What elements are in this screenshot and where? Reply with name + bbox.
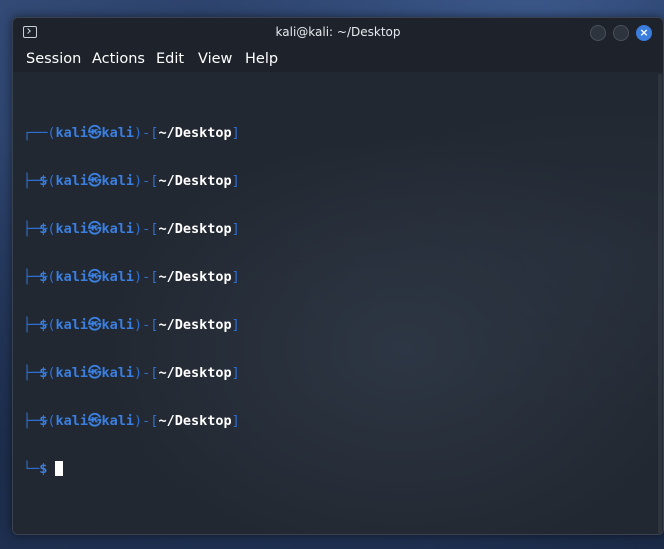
prompt-close: ] [231,125,240,141]
prompt-separator: )-[ [134,317,159,333]
prompt-user: kali [55,125,89,141]
maximize-button[interactable] [613,25,629,41]
prompt-separator: )-[ [134,221,159,237]
prompt-close: ] [231,221,240,237]
prompt-host: kali [101,317,135,333]
menu-view[interactable]: View [198,51,232,67]
menu-help[interactable]: Help [245,51,278,67]
prompt-user: kali [55,317,89,333]
prompt-at-symbol: ㉿ [88,173,102,189]
prompt-at-symbol: ㉿ [88,317,102,333]
prompt-header: ┌──(kali㉿kali)-[~/Desktop] [23,365,240,381]
prompt-host: kali [101,173,135,189]
prompt-header: ┌──(kali㉿kali)-[~/Desktop] [23,221,240,237]
prompt-separator: )-[ [134,269,159,285]
title-bar[interactable]: kali@kali: ~/Desktop × [13,18,663,48]
prompt-path: ~/Desktop [158,221,232,237]
prompt-path: ~/Desktop [158,125,232,141]
scrollbar-thumb[interactable] [658,74,662,534]
prompt-open: ┌──( [23,413,56,429]
terminal-output[interactable]: ┌──(kali㉿kali)-[~/Desktop] └─$ ┌──(kali㉿… [13,72,663,534]
prompt-header: ┌──(kali㉿kali)-[~/Desktop] [23,317,240,333]
prompt-header: ┌──(kali㉿kali)-[~/Desktop] [23,125,240,141]
prompt-header: ┌──(kali㉿kali)-[~/Desktop] [23,413,240,429]
menu-actions[interactable]: Actions [92,51,145,67]
prompt-separator: )-[ [134,125,159,141]
prompt-at-symbol: ㉿ [88,125,102,141]
prompt-host: kali [101,365,135,381]
prompt-path: ~/Desktop [158,365,232,381]
menu-session[interactable]: Session [26,51,81,67]
prompt-separator: )-[ [134,173,159,189]
text-cursor [55,461,64,476]
close-icon: × [639,26,649,39]
prompt-header: ┌──(kali㉿kali)-[~/Desktop] [23,269,240,285]
prompt-user: kali [55,365,89,381]
prompt-corner: └─ [23,461,40,477]
prompt-open: ┌──( [23,317,56,333]
minimize-button[interactable] [590,25,606,41]
prompt-user: kali [55,221,89,237]
prompt-open: ┌──( [23,269,56,285]
prompt-separator: )-[ [134,365,159,381]
prompt-at-symbol: ㉿ [88,221,102,237]
prompt-dollar: $ [39,461,48,477]
scrollbar[interactable] [657,72,663,534]
prompt-open: ┌──( [23,125,56,141]
prompt-close: ] [231,173,240,189]
prompt-user: kali [55,269,89,285]
prompt-user: kali [55,173,89,189]
prompt-path: ~/Desktop [158,413,232,429]
prompt-host: kali [101,413,135,429]
prompt-open: ┌──( [23,365,56,381]
prompt-user: kali [55,413,89,429]
prompt-at-symbol: ㉿ [88,365,102,381]
menu-bar: Session Actions Edit View Help [13,48,663,72]
prompt-close: ] [231,269,240,285]
prompt-host: kali [101,269,135,285]
prompt-close: ] [231,365,240,381]
prompt-open: ┌──( [23,173,56,189]
prompt-separator: )-[ [134,413,159,429]
prompt-open: ┌──( [23,221,56,237]
prompt-path: ~/Desktop [158,269,232,285]
prompt-close: ] [231,413,240,429]
prompt-path: ~/Desktop [158,173,232,189]
prompt-at-symbol: ㉿ [88,269,102,285]
prompt-host: kali [101,125,135,141]
prompt-at-symbol: ㉿ [88,413,102,429]
prompt-close: ] [231,317,240,333]
prompt-path: ~/Desktop [158,317,232,333]
close-button[interactable]: × [636,25,652,41]
prompt: ┌──(kali㉿kali)-[~/Desktop] └─$ [23,381,240,509]
terminal-window: kali@kali: ~/Desktop × Session Actions E… [12,17,664,535]
window-title: kali@kali: ~/Desktop [275,25,401,39]
prompt-host: kali [101,221,135,237]
menu-edit[interactable]: Edit [156,51,184,67]
prompt-header: ┌──(kali㉿kali)-[~/Desktop] [23,173,240,189]
prompt-input-line: └─$ [23,461,240,477]
